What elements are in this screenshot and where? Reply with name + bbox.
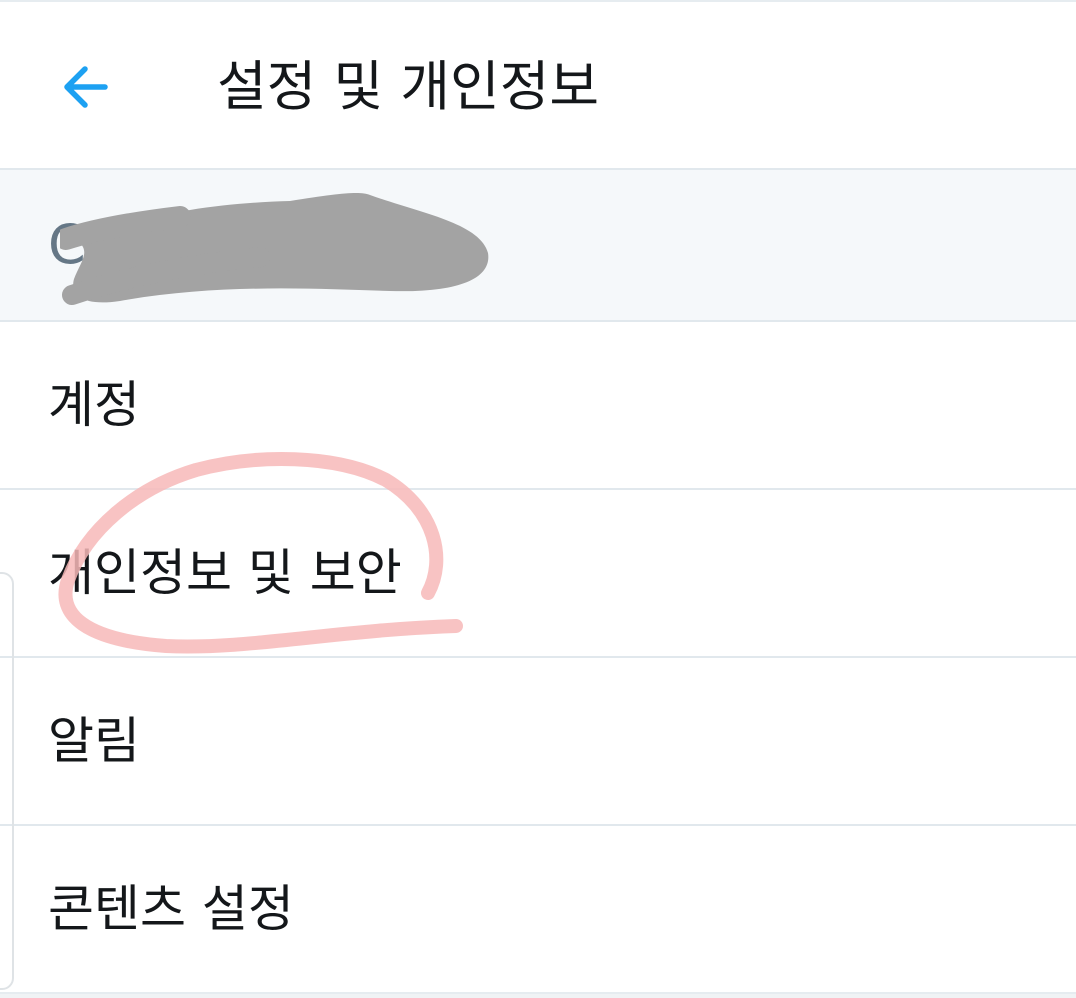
menu-item-notifications[interactable]: 알림 [0, 658, 1076, 826]
menu-item-label: 계정 [48, 376, 140, 434]
back-button[interactable] [50, 52, 120, 122]
menu-item-account[interactable]: 계정 [0, 322, 1076, 490]
menu-item-label: 개인정보 및 보안 [48, 544, 402, 602]
settings-screen: 설정 및 개인정보 C 계정 개인정보 및 보안 알림 콘텐츠 설정 [0, 0, 1076, 998]
redaction-scribble [60, 193, 489, 305]
arrow-left-icon [64, 66, 108, 108]
bottom-strip [0, 994, 1076, 998]
page-title: 설정 및 개인정보 [217, 55, 600, 118]
menu-item-content-settings[interactable]: 콘텐츠 설정 [0, 826, 1076, 994]
menu-item-label: 콘텐츠 설정 [48, 880, 294, 938]
menu-item-privacy-security[interactable]: 개인정보 및 보안 [0, 490, 1076, 658]
header-bar: 설정 및 개인정보 [0, 2, 1076, 170]
side-panel-edge [0, 572, 14, 990]
menu-item-label: 알림 [48, 712, 140, 770]
